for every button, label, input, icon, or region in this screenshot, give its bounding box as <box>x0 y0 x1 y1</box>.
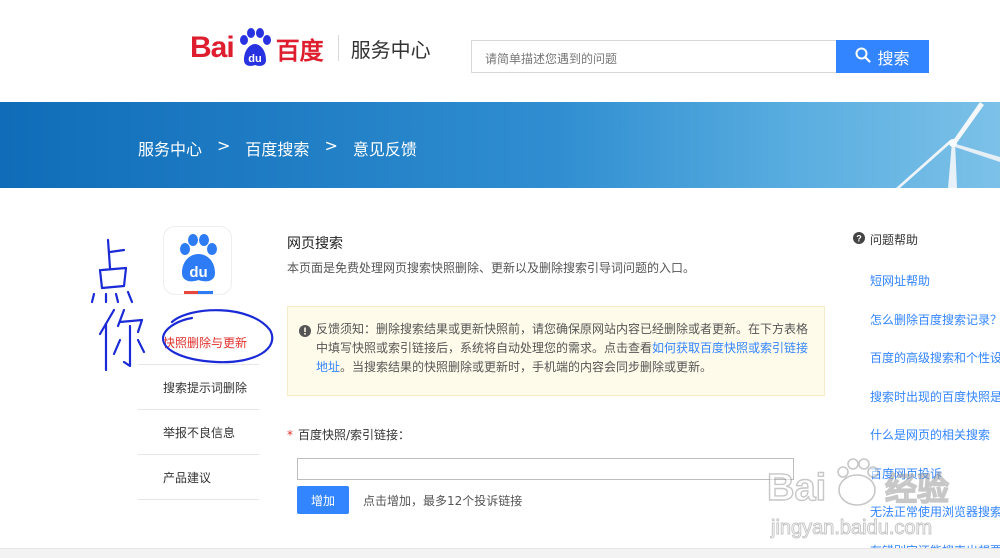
help-link[interactable]: 百度的高级搜索和个性设置 <box>870 349 1000 388</box>
field-label-text: 百度快照/索引链接： <box>298 428 411 442</box>
sidebar-item-product-suggestion[interactable]: 产品建议 <box>138 455 259 500</box>
baidu-logo[interactable]: Bai du 百度 服务中心 <box>190 26 431 70</box>
paw-logo-icon: du <box>236 28 274 68</box>
help-link[interactable]: 搜索时出现的百度快照是什么 <box>870 388 1000 427</box>
sidebar-menu: 快照删除与更新 搜索提示词删除 举报不良信息 产品建议 <box>138 320 259 500</box>
sidebar-item-label: 产品建议 <box>163 470 212 485</box>
page-description: 本页面是免费处理网页搜索快照删除、更新以及删除搜索引导词问题的入口。 <box>287 261 696 275</box>
help-link[interactable]: 怎么删除百度搜索记录？ <box>870 311 1000 350</box>
sidebar-item-report-bad-info[interactable]: 举报不良信息 <box>138 410 259 455</box>
logo-text-baidu: 百度 <box>275 36 324 65</box>
help-link[interactable]: 什么是网页的相关搜索 <box>870 426 1000 465</box>
help-link[interactable]: 无法正常使用浏览器搜索功能 <box>870 503 1000 542</box>
help-title-text: 问题帮助 <box>870 233 919 247</box>
page-title: 网页搜索 <box>287 236 343 252</box>
search-input[interactable]: 请简单描述您遇到的问题 <box>471 40 837 73</box>
help-link[interactable]: 百度网页投诉 <box>870 465 1000 504</box>
logo-divider <box>337 35 339 61</box>
breadcrumb-separator: > <box>324 136 338 155</box>
logo-text-bai: Bai <box>190 31 235 64</box>
sidebar-item-label: 快照删除与更新 <box>163 335 248 350</box>
breadcrumb-item-feedback: 意见反馈 <box>352 140 417 159</box>
banner: 服务中心 > 百度搜索 > 意见反馈 <box>0 102 1000 188</box>
search-button[interactable]: 搜索 <box>836 40 929 73</box>
search-placeholder: 请简单描述您遇到的问题 <box>485 52 618 66</box>
search-button-label: 搜索 <box>877 48 910 68</box>
info-icon <box>299 324 311 337</box>
header: Bai du 百度 服务中心 请简单描述您遇到的问题 搜索 <box>0 0 1000 102</box>
search-icon <box>855 47 872 67</box>
help-link[interactable]: 短网址帮助 <box>870 272 1000 311</box>
breadcrumb: 服务中心 > 百度搜索 > 意见反馈 <box>138 136 417 160</box>
app-icon-du-text: du <box>189 264 207 281</box>
baidu-app-icon: du <box>163 226 232 295</box>
add-link-button[interactable]: 增加 <box>297 486 349 514</box>
breadcrumb-separator: > <box>217 136 231 155</box>
snapshot-link-label: * 百度快照/索引链接： <box>287 426 410 443</box>
help-link-list: 短网址帮助 怎么删除百度搜索记录？ 百度的高级搜索和个性设置 搜索时出现的百度快… <box>870 272 1000 558</box>
help-section-title: ? 问题帮助 <box>853 231 918 248</box>
snapshot-link-input[interactable] <box>297 458 794 480</box>
question-circle-icon: ? <box>853 232 865 247</box>
required-mark: * <box>287 428 293 442</box>
sidebar-item-label: 举报不良信息 <box>163 425 236 440</box>
breadcrumb-item-baidu-search[interactable]: 百度搜索 <box>245 136 309 160</box>
service-center-title: 服务中心 <box>350 37 431 62</box>
sidebar-item-suggestion-delete[interactable]: 搜索提示词删除 <box>138 365 259 410</box>
page-bottom-bar <box>0 548 1000 558</box>
feedback-notice: 反馈须知：删除搜索结果或更新快照前，请您确保原网站内容已经删除或者更新。在下方表… <box>287 306 825 396</box>
sidebar-item-snapshot-delete-update[interactable]: 快照删除与更新 <box>138 320 259 365</box>
sidebar-item-label: 搜索提示词删除 <box>163 380 248 395</box>
svg-text:?: ? <box>856 234 862 244</box>
notice-text: 反馈须知：删除搜索结果或更新快照前，请您确保原网站内容已经删除或者更新。在下方表… <box>316 320 812 377</box>
logo-du-text: du <box>248 53 261 65</box>
wind-turbine-image <box>896 102 1000 188</box>
add-link-hint: 点击增加，最多12个投诉链接 <box>363 494 523 508</box>
breadcrumb-item-service-center[interactable]: 服务中心 <box>138 136 202 160</box>
notice-text-after: 。当搜索结果的快照删除或更新时，手机端的内容会同步删除或更新。 <box>340 360 713 374</box>
